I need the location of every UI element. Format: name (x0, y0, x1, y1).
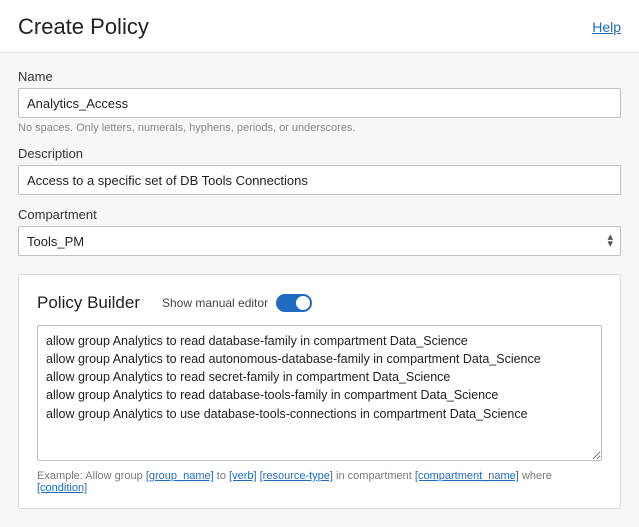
toggle-knob-icon (296, 296, 310, 310)
policy-builder-panel: Policy Builder Show manual editor Exampl… (18, 274, 621, 509)
example-condition-token[interactable]: [condition] (37, 482, 87, 494)
name-field-group: Name No spaces. Only letters, numerals, … (18, 69, 621, 134)
example-verb-token[interactable]: [verb] (229, 470, 257, 482)
compartment-field-group: Compartment ▴ ▾ (18, 207, 621, 256)
example-prefix: Example: Allow group (37, 470, 146, 482)
example-resource-type-token[interactable]: [resource-type] (260, 470, 333, 482)
example-to: to (214, 470, 229, 482)
form-area: Name No spaces. Only letters, numerals, … (0, 53, 639, 527)
name-label: Name (18, 69, 621, 84)
example-in-compartment: in compartment (333, 470, 415, 482)
description-label: Description (18, 146, 621, 161)
name-input[interactable] (18, 88, 621, 118)
example-compartment-name-token[interactable]: [compartment_name] (415, 470, 519, 482)
page-title: Create Policy (18, 14, 149, 40)
policy-example-hint: Example: Allow group [group_name] to [ve… (37, 470, 602, 494)
compartment-select[interactable] (18, 226, 621, 256)
example-group-name-token[interactable]: [group_name] (146, 470, 214, 482)
example-where: where (519, 470, 552, 482)
dialog-header: Create Policy Help (0, 0, 639, 53)
description-input[interactable] (18, 165, 621, 195)
name-hint: No spaces. Only letters, numerals, hyphe… (18, 122, 621, 134)
help-link[interactable]: Help (592, 19, 621, 35)
policy-builder-header: Policy Builder Show manual editor (37, 293, 602, 313)
manual-editor-toggle-row: Show manual editor (162, 294, 312, 312)
policy-builder-title: Policy Builder (37, 293, 140, 313)
policy-statements-textarea[interactable] (37, 325, 602, 461)
manual-editor-toggle[interactable] (276, 294, 312, 312)
manual-editor-toggle-label: Show manual editor (162, 296, 268, 310)
description-field-group: Description (18, 146, 621, 195)
compartment-label: Compartment (18, 207, 621, 222)
